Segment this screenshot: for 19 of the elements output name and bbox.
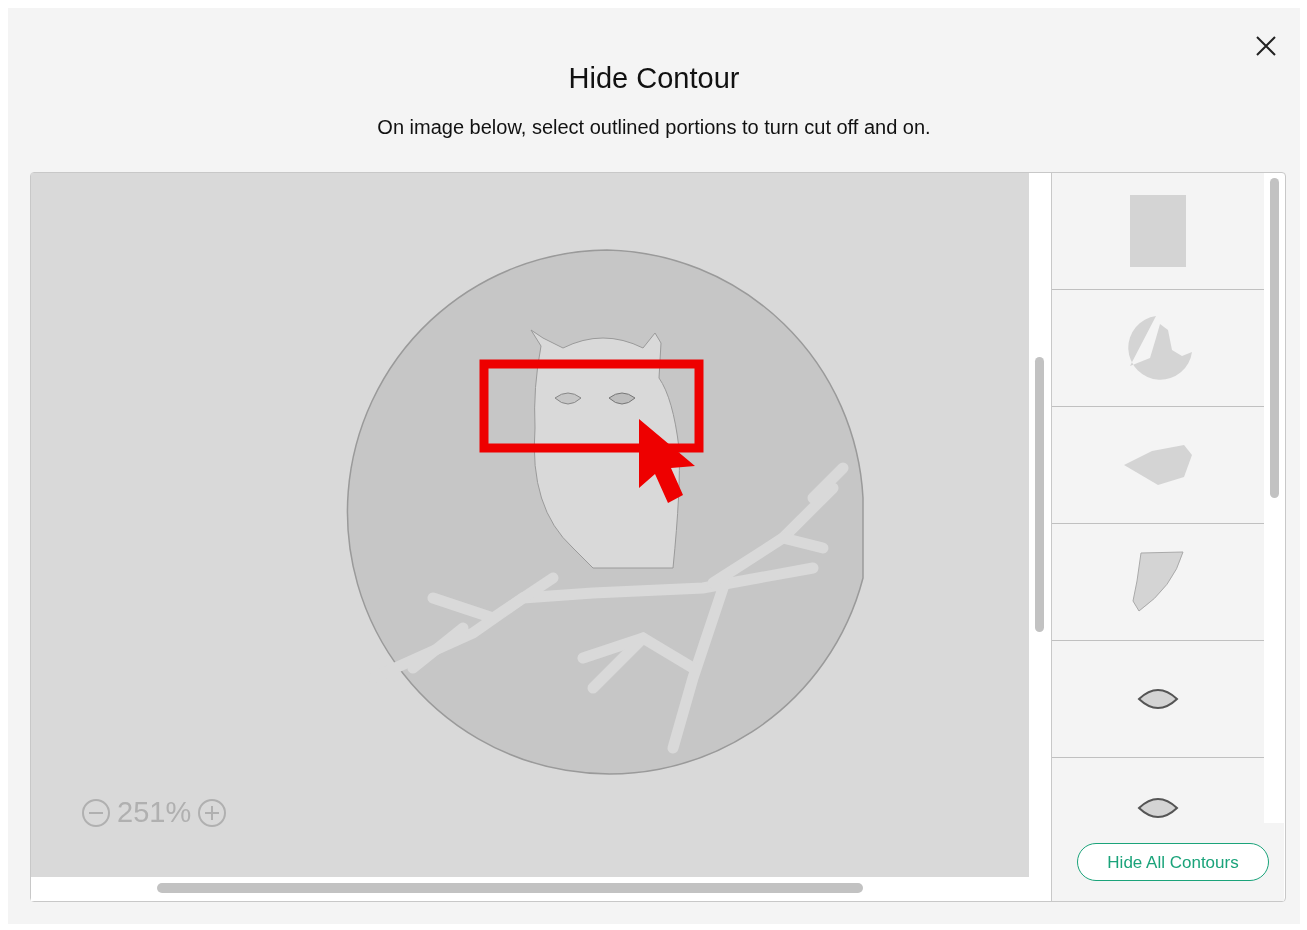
close-icon[interactable] [1254, 34, 1278, 58]
contour-list-item[interactable] [1052, 641, 1264, 759]
zoom-out-icon[interactable] [81, 798, 111, 828]
instruction-text: On image below, select outlined portions to turn cut off and on. [377, 115, 931, 141]
wedge-shape-thumbnail-icon [1131, 551, 1185, 614]
dialog-title: Hide Contour [568, 61, 740, 96]
horizontal-scrollbar[interactable] [157, 883, 863, 894]
branch-shape-thumbnail-icon [1124, 445, 1192, 486]
vertical-scrollbar[interactable] [1034, 357, 1044, 633]
rectangle-thumbnail-icon [1130, 195, 1186, 268]
zoom-in-icon[interactable] [197, 798, 228, 828]
hide-all-contours-button[interactable]: Hide All Contours [1077, 843, 1269, 882]
list-scrollbar[interactable] [1269, 178, 1279, 499]
eye-shape-thumbnail-icon [1137, 687, 1179, 712]
contour-list-item[interactable] [1052, 407, 1264, 525]
eye-shape-thumbnail-icon [1137, 796, 1179, 821]
contour-list-item[interactable] [1052, 173, 1264, 291]
contour-list-item[interactable] [1052, 290, 1264, 408]
contour-list-item[interactable] [1052, 524, 1264, 642]
